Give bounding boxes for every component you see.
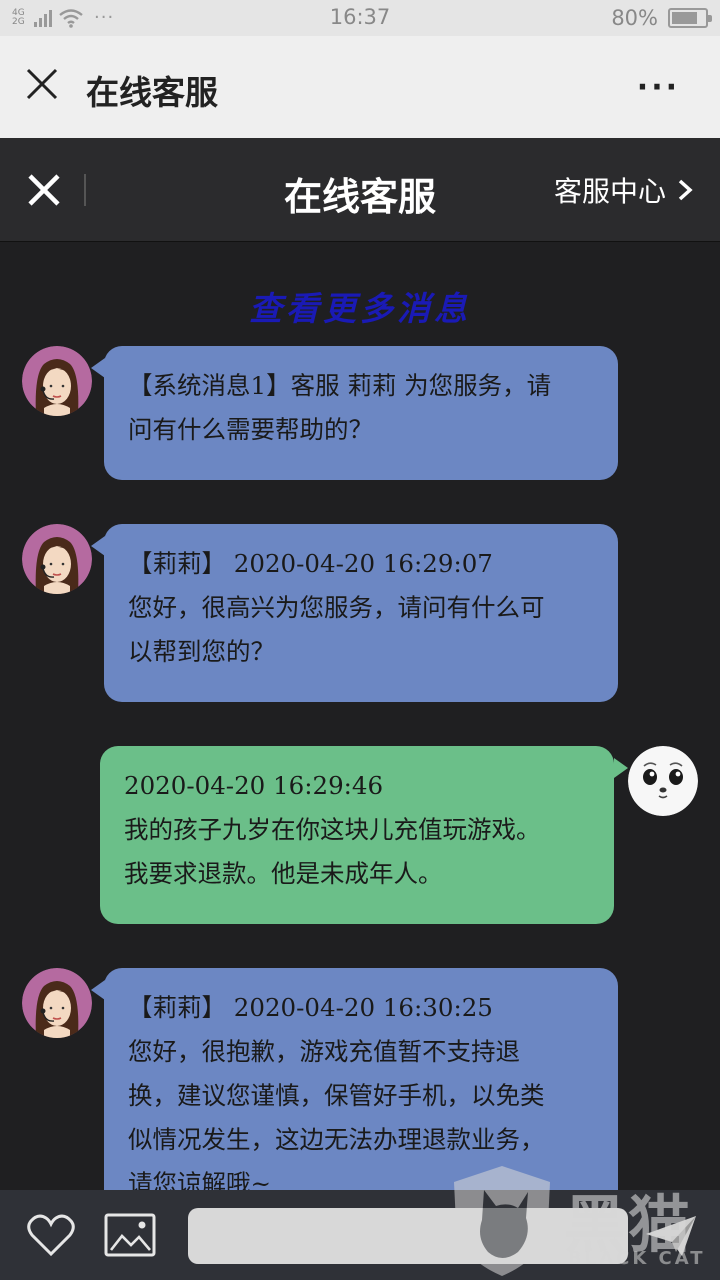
- message-line: 2020-04-20 16:29:46: [124, 771, 384, 800]
- status-bar: 4G 2G ··· 16:37 80%: [0, 0, 720, 36]
- chat-header: 在线客服 客服中心: [0, 138, 720, 242]
- image-icon[interactable]: [104, 1212, 156, 1258]
- user-message-bubble: 2020-04-20 16:29:46 我的孩子九岁在你这块儿充值玩游戏。 我要…: [100, 746, 614, 924]
- battery-icon: [668, 8, 712, 28]
- message-line: 您好，很高兴为您服务，请问有什么可: [128, 593, 545, 622]
- bubble-tail: [91, 536, 105, 556]
- battery-fill: [672, 12, 697, 24]
- agent-message-bubble: 【莉莉】 2020-04-20 16:30:25 您好，很抱歉，游戏充值暂不支持…: [104, 968, 618, 1190]
- status-right: 80%: [611, 6, 712, 30]
- service-center-link[interactable]: 客服中心: [554, 170, 694, 210]
- agent-avatar: [22, 524, 92, 594]
- heart-icon[interactable]: [26, 1212, 76, 1258]
- watermark-subtext: BLACK CAT: [568, 1248, 706, 1269]
- browser-header: 在线客服 ···: [0, 36, 720, 138]
- agent-avatar: [22, 346, 92, 416]
- message-line: 我要求退款。他是未成年人。: [124, 859, 443, 888]
- message-line: 问有什么需要帮助的？: [128, 415, 373, 444]
- message-line: 【系统消息1】客服 莉莉 为您服务，请: [128, 371, 552, 400]
- bubble-tail: [91, 358, 105, 378]
- message-line: 我的孩子九岁在你这块儿充值玩游戏。: [124, 815, 541, 844]
- watermark-logo: [454, 1166, 550, 1276]
- message-input[interactable]: [188, 1208, 628, 1264]
- message-line: 似情况发生，这边无法办理退款业务，: [128, 1125, 545, 1154]
- user-avatar: [628, 746, 698, 816]
- more-options-icon[interactable]: ···: [637, 70, 680, 105]
- chevron-right-icon: [678, 179, 693, 201]
- agent-message-bubble: 【系统消息1】客服 莉莉 为您服务，请 问有什么需要帮助的？: [104, 346, 618, 480]
- message-line: 您好，很抱歉，游戏充值暂不支持退: [128, 1037, 520, 1066]
- browser-title: 在线客服: [86, 73, 218, 112]
- close-icon[interactable]: [24, 66, 60, 102]
- message-line: 换，建议您谨慎，保管好手机，以免类: [128, 1081, 545, 1110]
- battery-percent: 80%: [611, 6, 658, 30]
- message-line: 【莉莉】 2020-04-20 16:30:25: [128, 993, 493, 1022]
- bubble-tail: [91, 980, 105, 1000]
- load-more-messages-link[interactable]: 查看更多消息: [0, 282, 720, 330]
- agent-avatar: [22, 968, 92, 1038]
- bubble-tail: [614, 758, 628, 778]
- service-center-label: 客服中心: [553, 175, 666, 208]
- agent-message-bubble: 【莉莉】 2020-04-20 16:29:07 您好，很高兴为您服务，请问有什…: [104, 524, 618, 702]
- message-line: 以帮到您的？: [128, 637, 275, 666]
- message-line: 【莉莉】 2020-04-20 16:29:07: [128, 549, 493, 578]
